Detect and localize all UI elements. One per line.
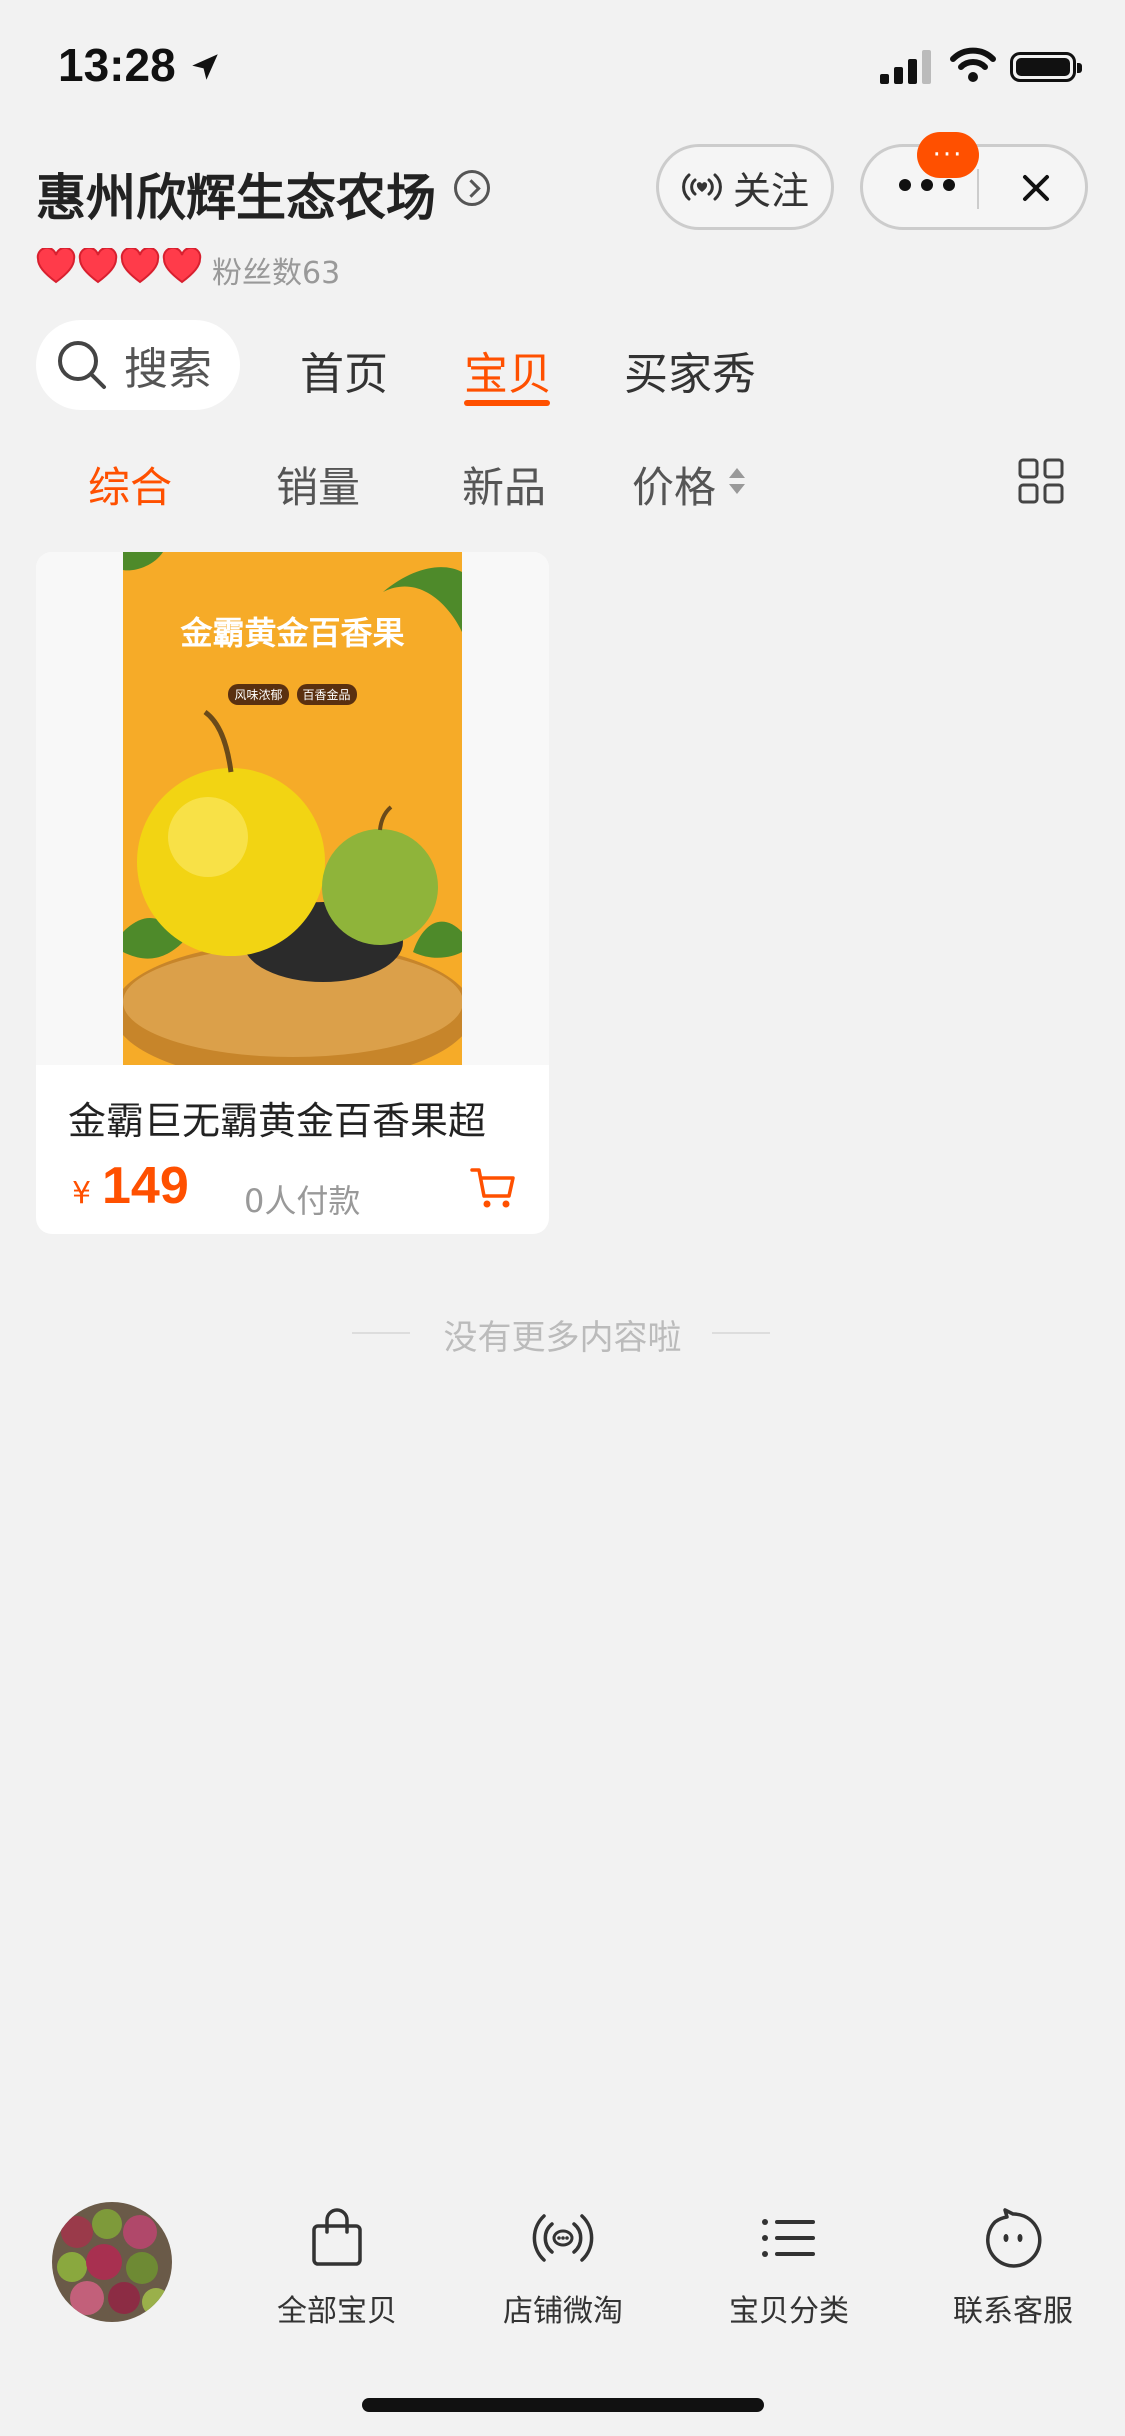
heart-icon xyxy=(78,248,118,284)
more-menu-icon[interactable] xyxy=(899,179,955,191)
shop-avatar-image xyxy=(52,2202,172,2322)
grid-view-icon[interactable] xyxy=(1018,458,1064,504)
heart-icon xyxy=(120,248,160,284)
product-price: 149 xyxy=(102,1157,189,1215)
nav-label: 店铺微淘 xyxy=(503,2294,623,2329)
tab-products[interactable]: 宝贝 xyxy=(464,338,552,402)
poster-tag: 百香金品 xyxy=(296,684,357,705)
product-image[interactable]: 金霸黄金百香果 风味浓郁 百香金品 xyxy=(36,552,549,1065)
list-end-text: 没有更多内容啦 xyxy=(443,1318,682,1358)
follow-label: 关注 xyxy=(732,168,809,213)
sort-comprehensive[interactable]: 综合 xyxy=(88,454,172,515)
poster-tags: 风味浓郁 百香金品 xyxy=(123,684,462,705)
shop-avatar[interactable] xyxy=(52,2202,172,2322)
list-icon xyxy=(762,2219,815,2257)
nav-customer-service[interactable]: 联系客服 xyxy=(928,2208,1098,2330)
product-card[interactable]: 金霸黄金百香果 风味浓郁 百香金品 金霸巨无霸黄金百香果超 ¥ 149 0人付款 xyxy=(36,552,549,1234)
add-to-cart-icon[interactable] xyxy=(468,1162,518,1212)
status-bar: 13:28 xyxy=(0,0,1125,140)
nav-label: 宝贝分类 xyxy=(729,2294,849,2329)
shop-info-chevron-icon[interactable] xyxy=(454,170,490,206)
home-indicator[interactable] xyxy=(362,2398,764,2412)
cellular-signal-icon xyxy=(880,50,931,84)
sort-sales[interactable]: 销量 xyxy=(276,454,360,515)
product-poster: 金霸黄金百香果 风味浓郁 百香金品 xyxy=(123,552,462,1065)
product-title[interactable]: 金霸巨无霸黄金百香果超 xyxy=(68,1090,486,1145)
fans-count: 粉丝数63 xyxy=(212,256,341,291)
paid-count: 0人付款 xyxy=(244,1182,361,1220)
search-button[interactable]: 搜索 xyxy=(36,320,240,410)
nav-label: 联系客服 xyxy=(953,2294,1073,2329)
battery-icon xyxy=(1010,52,1082,82)
broadcast-icon xyxy=(532,2214,594,2262)
search-label: 搜索 xyxy=(124,344,212,395)
nav-label: 全部宝贝 xyxy=(277,2294,397,2329)
wifi-icon xyxy=(950,47,996,82)
shop-name[interactable]: 惠州欣辉生态农场 xyxy=(36,158,436,230)
location-arrow-icon xyxy=(192,54,218,80)
currency-symbol: ¥ xyxy=(72,1176,92,1211)
close-icon[interactable] xyxy=(1013,165,1059,211)
nav-categories[interactable]: 宝贝分类 xyxy=(704,2208,874,2330)
sort-new[interactable]: 新品 xyxy=(462,454,546,515)
search-icon xyxy=(58,341,106,389)
poster-tag: 风味浓郁 xyxy=(228,684,289,705)
divider-line xyxy=(712,1332,770,1334)
shop-rating-hearts xyxy=(36,248,202,284)
nav-shop-feed[interactable]: 店铺微淘 xyxy=(478,2208,648,2330)
customer-service-icon xyxy=(986,2208,1042,2268)
broadcast-heart-icon xyxy=(682,173,722,201)
follow-button[interactable]: 关注 xyxy=(656,144,834,230)
sort-arrows-icon xyxy=(729,468,745,494)
capsule-divider xyxy=(977,169,979,209)
poster-title: 金霸黄金百香果 xyxy=(180,614,405,652)
status-time: 13:28 xyxy=(58,39,176,91)
tab-home[interactable]: 首页 xyxy=(300,338,388,402)
nav-all-products[interactable]: 全部宝贝 xyxy=(252,2208,422,2330)
sort-price[interactable]: 价格 xyxy=(632,454,716,515)
active-tab-indicator xyxy=(464,400,550,406)
tab-buyer-show[interactable]: 买家秀 xyxy=(624,338,756,402)
sort-bar: 综合 销量 新品 价格 xyxy=(0,440,1125,520)
message-badge[interactable]: ··· xyxy=(917,132,979,178)
shopping-bag-icon xyxy=(312,2208,362,2266)
shop-tabs: 搜索 首页 宝贝 买家秀 xyxy=(0,320,1125,420)
heart-icon xyxy=(162,248,202,284)
heart-icon xyxy=(36,248,76,284)
